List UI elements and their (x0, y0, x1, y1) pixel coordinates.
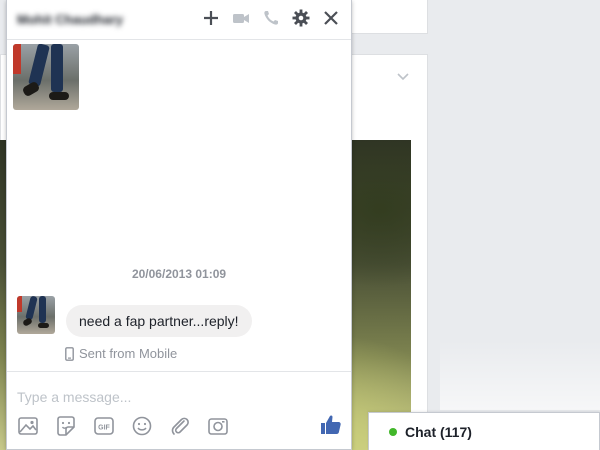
background-blur-area (440, 340, 600, 410)
phone-icon[interactable] (261, 8, 281, 28)
close-icon[interactable] (321, 8, 341, 28)
video-camera-icon[interactable] (231, 8, 251, 28)
sticker-icon[interactable] (55, 415, 77, 437)
composer: GIF (7, 371, 351, 449)
message-thread[interactable]: 20/06/2013 01:09 need a fap partner...re… (7, 40, 351, 370)
message-input[interactable] (17, 386, 317, 408)
attachment-icon[interactable] (169, 415, 191, 437)
online-status-dot (389, 427, 397, 436)
svg-text:GIF: GIF (98, 425, 110, 432)
emoji-icon[interactable] (131, 415, 153, 437)
thumbs-up-icon[interactable] (319, 413, 343, 437)
chat-window: Mohit Chaudhary 20/06/2013 01:09 need a … (6, 0, 352, 450)
chat-header[interactable]: Mohit Chaudhary (7, 0, 351, 40)
sender-avatar[interactable] (17, 296, 55, 334)
chevron-down-icon[interactable] (396, 72, 410, 82)
gif-icon[interactable]: GIF (93, 415, 115, 437)
header-actions (201, 8, 341, 28)
camera-icon[interactable] (207, 415, 229, 437)
message-bubble[interactable]: need a fap partner...reply! (66, 305, 252, 337)
sent-from-label: Sent from Mobile (79, 346, 178, 361)
mobile-phone-icon (65, 346, 74, 361)
photo-icon[interactable] (17, 415, 39, 437)
contact-profile-photo[interactable] (13, 44, 79, 110)
plus-icon[interactable] (201, 8, 221, 28)
composer-tools: GIF (17, 415, 343, 439)
sent-from-mobile: Sent from Mobile (65, 346, 177, 361)
chat-bar-label: Chat (117) (405, 423, 472, 440)
contact-name[interactable]: Mohit Chaudhary (17, 12, 123, 27)
message-timestamp: 20/06/2013 01:09 (131, 267, 227, 281)
chat-sidebar-toggle[interactable]: Chat (117) (368, 412, 600, 450)
gear-icon[interactable] (291, 8, 311, 28)
